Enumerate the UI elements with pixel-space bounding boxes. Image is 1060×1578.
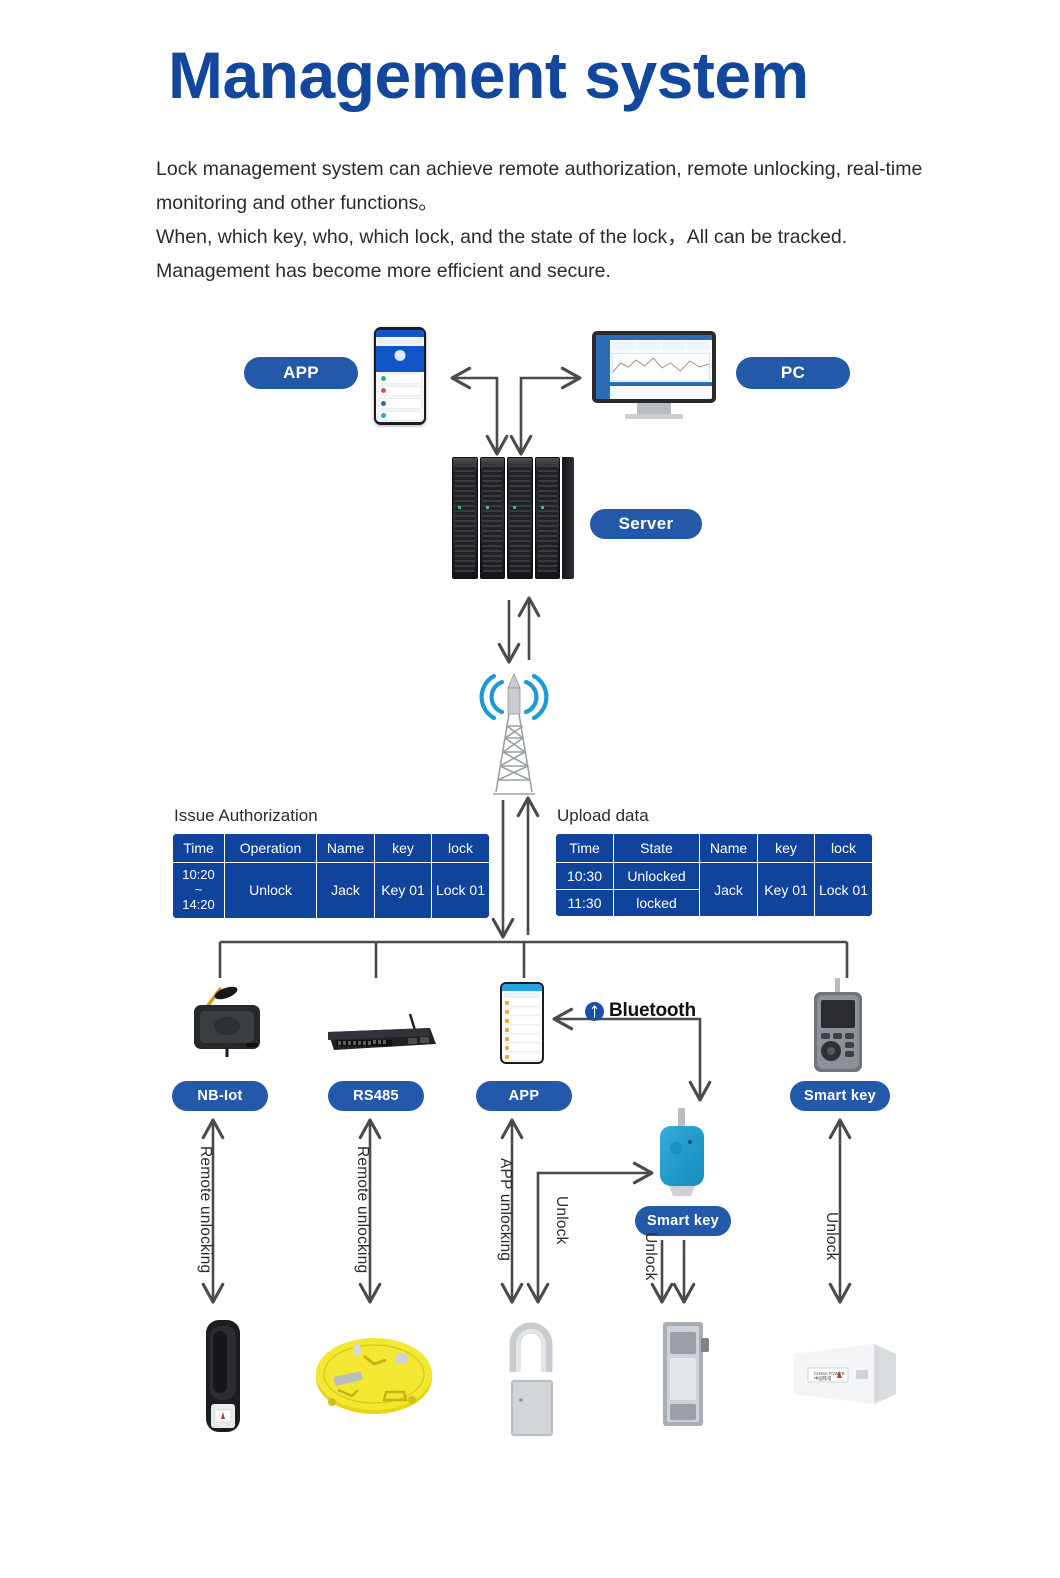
diagram-page: Management system Lock management system… (0, 0, 1060, 1578)
cell-state: locked (613, 889, 700, 918)
smart-key-badge-label: Smart key (646, 1213, 720, 1229)
channel-badge-label: RS485 (353, 1088, 399, 1104)
meter-box-lock-icon: CHINA TOWER 中国铁塔 (790, 1338, 900, 1408)
app-badge-top-label: APP (283, 363, 319, 382)
time-sep: ~ (194, 882, 203, 898)
key-fob-icon (655, 1108, 709, 1200)
channel-badge-smart-key[interactable]: Smart key (790, 1081, 890, 1111)
pc-badge[interactable]: PC (736, 357, 850, 389)
rs485-switch-icon (322, 1010, 442, 1060)
cell-name: Jack (316, 862, 375, 919)
col-header: key (374, 833, 432, 864)
channel-badge-app[interactable]: APP (476, 1081, 572, 1111)
cell-time: 10:20 ~ 14:20 (172, 862, 225, 919)
col-header: key (757, 833, 815, 864)
smartphone-icon (500, 982, 544, 1064)
bluetooth-icon: ᛏ (585, 1001, 604, 1021)
desktop-monitor-icon (592, 331, 716, 419)
server-rack-icon (452, 457, 574, 579)
table-header-row: Time Operation Name key lock (172, 833, 490, 864)
channel-badge-label: APP (508, 1088, 540, 1104)
action-label-key-unlock: Unlock (642, 1232, 659, 1281)
manhole-cover-lock-icon (312, 1330, 436, 1420)
channel-badge-label: NB-Iot (197, 1088, 243, 1104)
table-row: 10:30 Unlocked Jack Key 01 Lock 01 (555, 862, 873, 918)
action-label-smart-key: Unlock (823, 1212, 840, 1261)
pc-badge-label: PC (780, 363, 806, 382)
col-header: lock (431, 833, 490, 864)
col-header: lock (814, 833, 873, 864)
channel-badge-nbiot[interactable]: NB-Iot (172, 1081, 268, 1111)
cell-time: 10:30 (555, 862, 614, 891)
app-badge-top[interactable]: APP (244, 357, 358, 389)
col-header: Name (316, 833, 375, 864)
bluetooth-label-text: Bluetooth (609, 1000, 696, 1021)
action-label-app-unlock: Unlock (553, 1196, 570, 1245)
action-label-rs485: Remote unlocking (354, 1146, 371, 1274)
svg-text:中国铁塔: 中国铁塔 (814, 1375, 832, 1382)
server-badge[interactable]: Server (590, 509, 702, 539)
cell-tower-icon (478, 668, 550, 796)
cabinet-lock-icon (655, 1318, 715, 1430)
col-header: Time (172, 833, 225, 864)
table-header-row: Time State Name key lock (555, 833, 873, 864)
upload-data-table: Time State Name key lock 10:30 Unlocked … (555, 833, 873, 918)
col-header: Operation (224, 833, 317, 864)
col-header: Name (699, 833, 758, 864)
bluetooth-label: ᛏ Bluetooth (585, 1000, 696, 1022)
nbiot-gateway-icon (184, 985, 280, 1057)
col-header: Time (555, 833, 614, 864)
handle-lock-icon (200, 1318, 246, 1434)
time-end: 14:20 (182, 896, 215, 912)
issue-table-title: Issue Authorization (174, 806, 318, 825)
cell-time: 11:30 (555, 889, 614, 918)
cell-key: Key 01 (374, 862, 432, 919)
cell-key: Key 01 (757, 862, 815, 918)
channel-badge-rs485[interactable]: RS485 (328, 1081, 424, 1111)
padlock-icon (495, 1312, 567, 1440)
action-label-app: APP unlocking (497, 1158, 514, 1262)
channel-badge-label: Smart key (803, 1088, 877, 1104)
cell-operation: Unlock (224, 862, 317, 919)
cell-state: Unlocked (613, 862, 700, 891)
col-header: State (613, 833, 700, 864)
cell-name: Jack (699, 862, 758, 918)
smartphone-icon (374, 327, 426, 425)
handheld-smart-key-icon (808, 978, 868, 1074)
issue-authorization-table: Time Operation Name key lock 10:20 ~ 14:… (172, 833, 490, 919)
action-label-nbiot: Remote unlocking (197, 1146, 214, 1274)
table-row: 10:20 ~ 14:20 Unlock Jack Key 01 Lock 01 (172, 862, 490, 919)
cell-lock: Lock 01 (431, 862, 490, 919)
cell-lock: Lock 01 (814, 862, 873, 918)
time-start: 10:20 (182, 867, 215, 883)
upload-table-title: Upload data (557, 806, 649, 825)
server-badge-label: Server (618, 514, 674, 533)
